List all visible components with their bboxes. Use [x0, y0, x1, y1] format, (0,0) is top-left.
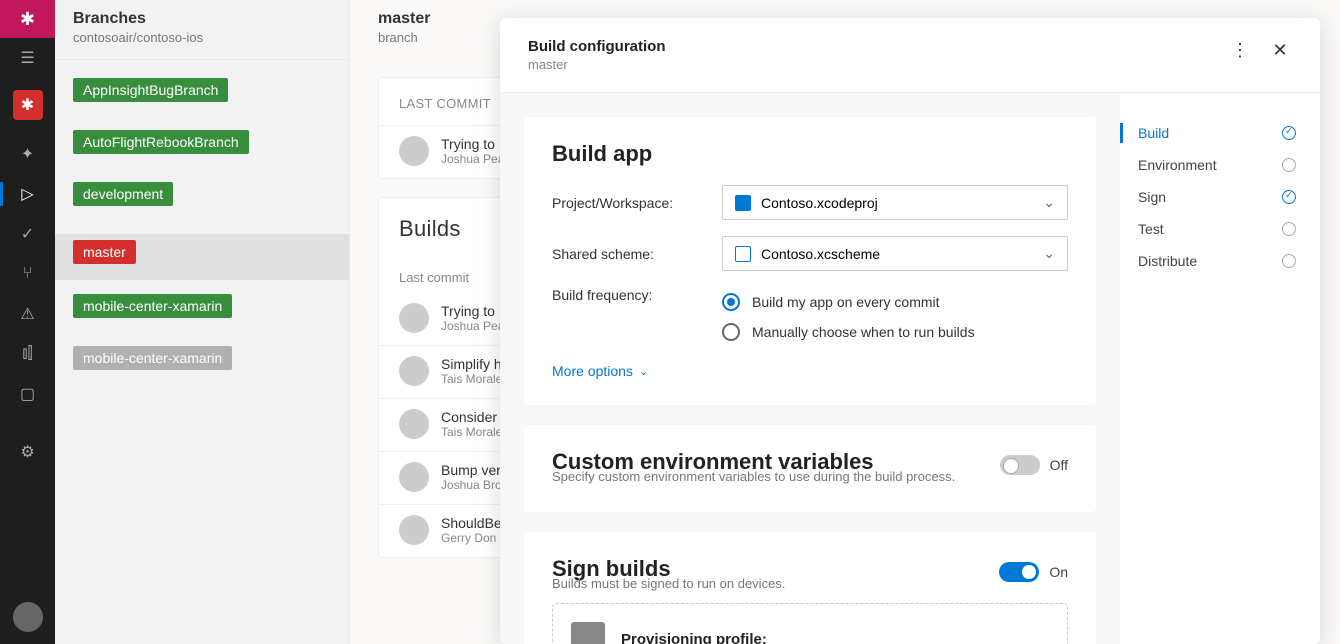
scheme-select[interactable]: Contoso.xcscheme ⌄: [722, 236, 1068, 271]
sign-toggle-state: On: [1049, 564, 1068, 580]
panel-title: Build configuration: [528, 38, 1212, 55]
app-icon[interactable]: ✱: [13, 90, 43, 120]
env-toggle[interactable]: [1000, 455, 1040, 475]
branch-item-disabled[interactable]: mobile-center-xamarin: [73, 346, 232, 370]
branch-item[interactable]: AutoFlightRebookBranch: [73, 130, 249, 154]
commit-author: Gerry Don: [441, 531, 502, 545]
more-options-icon[interactable]: ⋮: [1228, 38, 1252, 62]
appcenter-logo-icon[interactable]: ✱: [0, 0, 55, 38]
nav-rail: ✱ ☰ ✱ ✦ ▷ ✓ ⑂ ⚠ ⫾⫿ ▢ ⚙: [0, 0, 55, 644]
crashes-icon[interactable]: ⚠: [0, 294, 55, 334]
author-avatar: [399, 515, 429, 545]
analytics-icon[interactable]: ⫾⫿: [0, 334, 55, 374]
status-circle-icon: [1282, 158, 1296, 172]
project-value: Contoso.xcodeproj: [761, 195, 878, 211]
radio-icon: [722, 323, 740, 341]
distribute-icon[interactable]: ⑂: [0, 254, 55, 294]
build-icon[interactable]: ▷: [0, 174, 55, 214]
author-avatar: [399, 136, 429, 166]
properties-icon[interactable]: ▢: [0, 374, 55, 414]
frequency-label: Build frequency:: [552, 287, 722, 303]
commit-author: Joshua Bro: [441, 478, 502, 492]
scheme-label: Shared scheme:: [552, 246, 722, 262]
status-circle-icon: [1282, 126, 1296, 140]
commit-author: Tais Morale: [441, 372, 502, 386]
panel-nav: BuildEnvironmentSignTestDistribute: [1120, 93, 1320, 644]
build-config-panel: Build configuration master ⋮ ✕ Build app…: [500, 18, 1320, 644]
freq-manual[interactable]: Manually choose when to run builds: [722, 317, 1068, 347]
author-avatar: [399, 409, 429, 439]
xcodeproj-icon: [735, 195, 751, 211]
close-icon[interactable]: ✕: [1268, 38, 1292, 62]
commit-author: Joshua Pea: [441, 319, 504, 333]
status-circle-icon: [1282, 222, 1296, 236]
env-toggle-state: Off: [1050, 457, 1068, 473]
more-options-link[interactable]: More options ⌄: [552, 363, 648, 379]
project-label: Project/Workspace:: [552, 195, 722, 211]
branch-item[interactable]: development: [73, 182, 173, 206]
radio-icon: [722, 293, 740, 311]
chevron-down-icon: ⌄: [1043, 245, 1055, 262]
config-nav-environment[interactable]: Environment: [1120, 149, 1296, 181]
repo-path: contosoair/contoso-ios: [73, 30, 331, 45]
chevron-down-icon: ⌄: [639, 365, 648, 378]
panel-subtitle: master: [528, 57, 1212, 72]
prov-profile-label: Provisioning profile:: [621, 631, 767, 644]
status-circle-icon: [1282, 254, 1296, 268]
author-avatar: [399, 303, 429, 333]
commit-author: Joshua Pea: [441, 152, 504, 166]
branches-title: Branches: [73, 10, 331, 28]
chevron-down-icon: ⌄: [1043, 194, 1055, 211]
provisioning-profile-upload[interactable]: Provisioning profile:: [552, 603, 1068, 644]
commit-title: Bump ver: [441, 462, 502, 478]
test-icon[interactable]: ✓: [0, 214, 55, 254]
gear-icon: [571, 622, 605, 644]
getting-started-icon[interactable]: ✦: [0, 134, 55, 174]
xcscheme-icon: [735, 246, 751, 262]
build-app-title: Build app: [552, 141, 1068, 167]
commit-title: ShouldBe: [441, 515, 502, 531]
commit-author: Tais Morale: [441, 425, 502, 439]
branch-item[interactable]: mobile-center-xamarin: [73, 294, 232, 318]
author-avatar: [399, 356, 429, 386]
config-nav-build[interactable]: Build: [1120, 117, 1296, 149]
config-nav-distribute[interactable]: Distribute: [1120, 245, 1296, 277]
freq-every-commit[interactable]: Build my app on every commit: [722, 287, 1068, 317]
commit-title: Trying to: [441, 303, 504, 319]
config-nav-sign[interactable]: Sign: [1120, 181, 1296, 213]
config-nav-test[interactable]: Test: [1120, 213, 1296, 245]
build-app-section: Build app Project/Workspace: Contoso.xco…: [524, 117, 1096, 405]
menu-icon[interactable]: ☰: [0, 38, 55, 78]
sign-builds-section: Sign builds On Builds must be signed to …: [524, 532, 1096, 644]
commit-title: Simplify h: [441, 356, 502, 372]
commit-title: Consider: [441, 409, 502, 425]
project-select[interactable]: Contoso.xcodeproj ⌄: [722, 185, 1068, 220]
branch-item-master[interactable]: master: [73, 240, 136, 264]
user-avatar[interactable]: [13, 602, 43, 632]
status-circle-icon: [1282, 190, 1296, 204]
settings-icon[interactable]: ⚙: [0, 432, 55, 472]
branch-item[interactable]: AppInsightBugBranch: [73, 78, 228, 102]
sign-toggle[interactable]: [999, 562, 1039, 582]
env-vars-section: Custom environment variables Off Specify…: [524, 425, 1096, 512]
scheme-value: Contoso.xcscheme: [761, 246, 880, 262]
author-avatar: [399, 462, 429, 492]
branches-column: Branches contosoair/contoso-ios AppInsig…: [55, 0, 350, 644]
commit-title: Trying to: [441, 136, 504, 152]
